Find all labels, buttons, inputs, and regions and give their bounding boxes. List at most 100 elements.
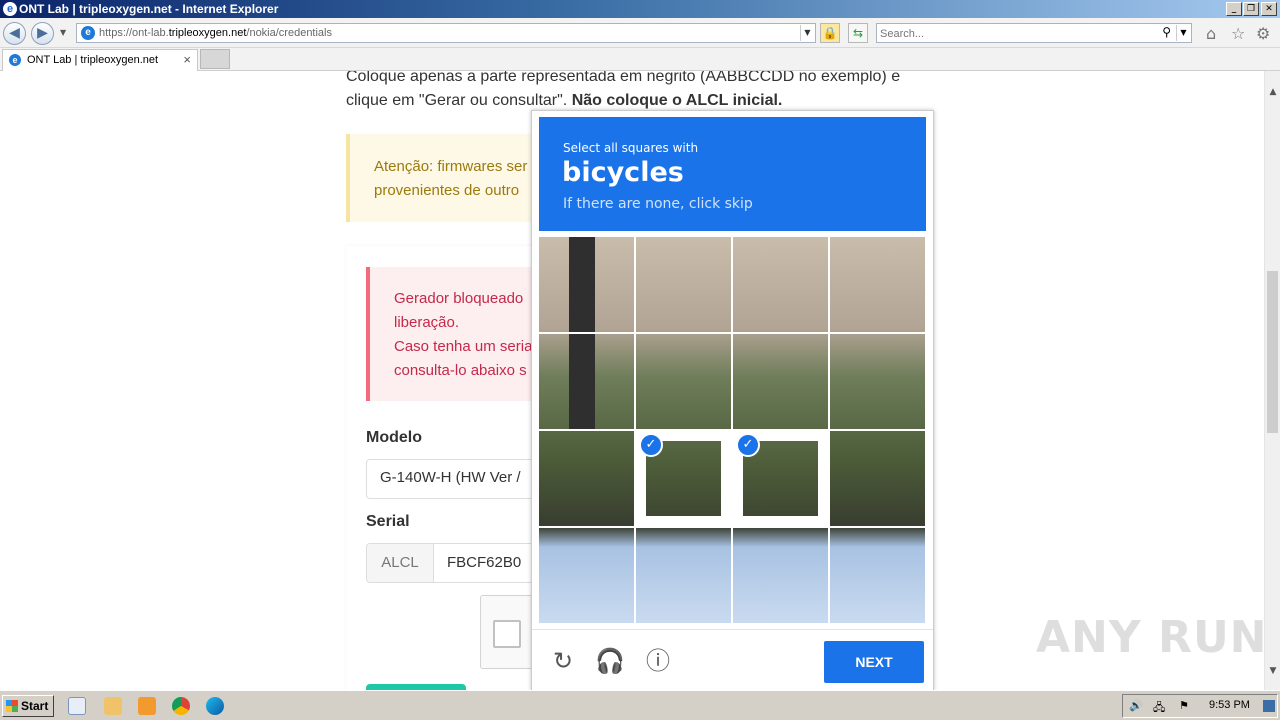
clock: 9:53 PM	[1209, 699, 1250, 711]
captcha-grid: ✓ ✓	[539, 237, 926, 624]
captcha-tile-image	[830, 237, 925, 332]
refresh-icon[interactable]: ⇆	[848, 23, 868, 43]
page-icon: e	[81, 26, 95, 40]
media-player-icon[interactable]	[138, 697, 156, 715]
captcha-instruction: Select all squares with	[563, 141, 699, 155]
captcha-tile[interactable]	[830, 237, 925, 332]
serial-label: Serial	[366, 513, 410, 530]
network-icon[interactable]: 🖧	[1153, 699, 1165, 718]
captcha-tile-image	[636, 237, 731, 332]
serial-input-group: ALCL FBCF62B0	[366, 543, 546, 583]
selected-check-icon: ✓	[736, 433, 760, 457]
search-icon[interactable]: ⚲	[1162, 25, 1171, 39]
captcha-tile[interactable]	[539, 334, 634, 429]
captcha-tile-image	[830, 431, 925, 526]
captcha-tile[interactable]	[636, 528, 731, 623]
scroll-up-icon[interactable]: ▲	[1265, 87, 1280, 97]
audio-headphones-icon[interactable]: 🎧	[595, 646, 625, 676]
new-tab-button[interactable]	[200, 49, 230, 69]
start-button[interactable]: Start	[2, 695, 54, 717]
chrome-icon[interactable]	[172, 697, 190, 715]
title-bar: e ONT Lab | tripleoxygen.net - Internet …	[0, 0, 1280, 18]
taskbar-ie-icon[interactable]	[68, 697, 86, 715]
address-dropdown-icon[interactable]: ▼	[800, 25, 814, 41]
scroll-down-icon[interactable]: ▼	[1265, 666, 1280, 676]
captcha-tile[interactable]	[539, 431, 634, 526]
search-box[interactable]: ⚲ ▼	[876, 23, 1192, 43]
url-text[interactable]: https://ont-lab.tripleoxygen.net/nokia/c…	[99, 27, 332, 39]
captcha-hint: If there are none, click skip	[563, 196, 753, 212]
recaptcha-checkbox[interactable]	[493, 620, 521, 648]
home-icon[interactable]: ⌂	[1206, 26, 1216, 42]
history-dropdown-icon[interactable]: ▼	[60, 28, 66, 37]
captcha-target: bicycles	[562, 157, 684, 188]
system-tray: 🔊 🖧 ⚑ 9:53 PM	[1122, 694, 1278, 718]
serial-prefix: ALCL	[367, 544, 434, 582]
lock-icon[interactable]: 🔒	[820, 23, 840, 43]
volume-icon[interactable]: 🔊	[1129, 699, 1143, 712]
captcha-tile[interactable]: ✓	[636, 431, 731, 526]
captcha-tile-image	[733, 528, 828, 623]
tab-label: ONT Lab | tripleoxygen.net	[27, 54, 159, 66]
captcha-tile[interactable]	[539, 528, 634, 623]
explorer-folder-icon[interactable]	[104, 697, 122, 715]
captcha-tile-image	[539, 334, 634, 429]
modelo-label: Modelo	[366, 429, 422, 446]
tab-ie-icon: e	[9, 54, 21, 66]
taskbar: Start 🔊 🖧 ⚑ 9:53 PM	[0, 690, 1280, 720]
next-button[interactable]: NEXT	[824, 641, 924, 683]
warning-alert: Atenção: firmwares ser provenientes de ou…	[346, 134, 546, 222]
captcha-tile[interactable]	[733, 528, 828, 623]
serial-input[interactable]: FBCF62B0	[447, 554, 521, 571]
search-dropdown-icon[interactable]: ▼	[1176, 25, 1190, 41]
navigation-bar: ◀ ▶ ▼ e https://ont-lab.tripleoxygen.net…	[0, 18, 1280, 48]
captcha-tile[interactable]	[830, 431, 925, 526]
captcha-tile-image	[733, 237, 828, 332]
edge-icon[interactable]	[206, 697, 224, 715]
captcha-tile[interactable]	[636, 334, 731, 429]
captcha-tile-image	[539, 237, 634, 332]
captcha-tile[interactable]	[830, 334, 925, 429]
captcha-header: Select all squares with bicycles If ther…	[539, 117, 926, 231]
captcha-tile[interactable]	[636, 237, 731, 332]
reload-icon[interactable]: ↻	[548, 646, 578, 676]
captcha-tile-image	[830, 334, 925, 429]
tab-ont-lab[interactable]: e ONT Lab | tripleoxygen.net ×	[2, 49, 198, 71]
captcha-tile-image	[830, 528, 925, 623]
favorites-star-icon[interactable]: ☆	[1231, 26, 1245, 42]
captcha-tile[interactable]	[733, 334, 828, 429]
captcha-tile[interactable]: ✓	[733, 431, 828, 526]
scroll-thumb[interactable]	[1267, 271, 1278, 433]
action-flag-icon[interactable]: ⚑	[1179, 699, 1189, 712]
vertical-scrollbar[interactable]: ▲ ▼	[1264, 71, 1280, 690]
selected-check-icon: ✓	[639, 433, 663, 457]
forward-button[interactable]: ▶	[31, 22, 54, 45]
address-bar[interactable]: e https://ont-lab.tripleoxygen.net/nokia…	[76, 23, 816, 43]
tab-bar: e ONT Lab | tripleoxygen.net ×	[0, 48, 1280, 71]
intro-paragraph: Coloque apenas a parte representada em n…	[346, 71, 901, 109]
windows-flag-icon	[6, 700, 18, 712]
anyrun-watermark: ANY RUN	[1036, 612, 1268, 663]
captcha-tile[interactable]	[830, 528, 925, 623]
search-input[interactable]	[880, 26, 1150, 41]
captcha-tile[interactable]	[733, 237, 828, 332]
captcha-tile-image	[733, 334, 828, 429]
info-icon[interactable]: ⓘ	[643, 646, 673, 676]
captcha-tile-image	[539, 528, 634, 623]
back-button[interactable]: ◀	[3, 22, 26, 45]
captcha-tile-image	[636, 334, 731, 429]
captcha-challenge: Select all squares with bicycles If ther…	[531, 110, 934, 691]
window-title: ONT Lab | tripleoxygen.net - Internet Ex…	[19, 2, 279, 16]
minimize-button[interactable]: _	[1226, 2, 1242, 16]
restore-button[interactable]: ❐	[1243, 2, 1259, 16]
modelo-select[interactable]: G-140W-H (HW Ver /	[366, 459, 546, 499]
captcha-tile-image	[636, 528, 731, 623]
ie-logo-icon: e	[3, 2, 17, 16]
tab-close-icon[interactable]: ×	[183, 52, 191, 67]
show-desktop-icon[interactable]	[1263, 700, 1275, 712]
captcha-tile[interactable]	[539, 237, 634, 332]
tools-gear-icon[interactable]: ⚙	[1256, 26, 1270, 42]
close-button[interactable]: ✕	[1261, 2, 1277, 16]
captcha-tile-image	[539, 431, 634, 526]
captcha-footer: ↻ 🎧 ⓘ NEXT	[532, 629, 933, 691]
